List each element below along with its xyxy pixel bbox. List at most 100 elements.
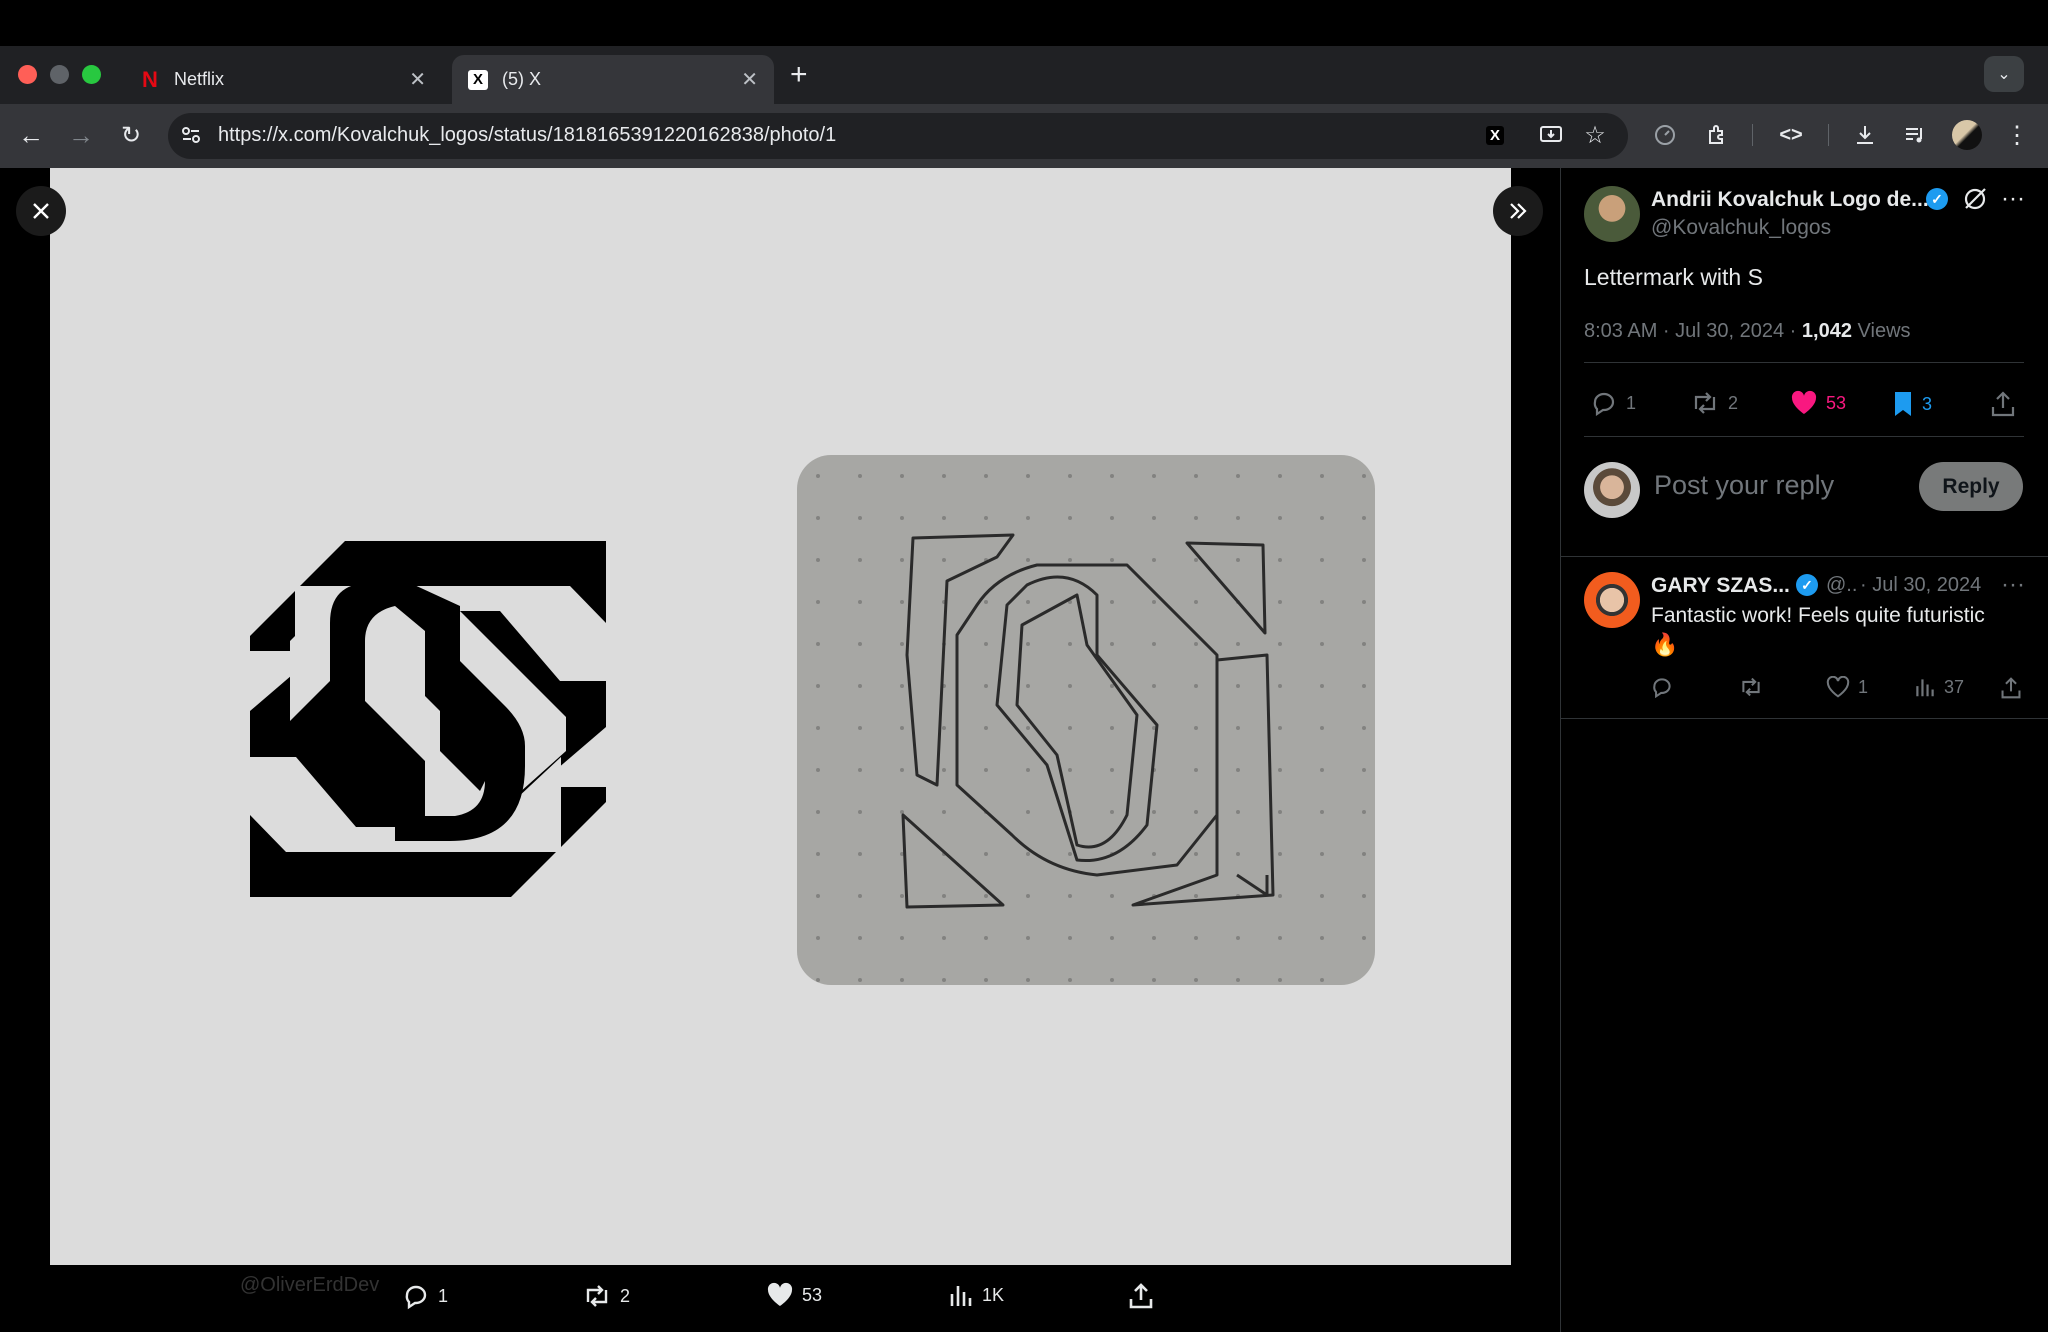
- tab-title: (5) X: [502, 69, 542, 89]
- share-icon: [1991, 391, 2015, 417]
- install-app-icon[interactable]: [1534, 118, 1568, 152]
- tab-x[interactable]: X (5) X ✕: [452, 55, 774, 104]
- viewer-views-button[interactable]: 1K: [948, 1282, 1004, 1308]
- tab-title: Netflix: [174, 69, 225, 89]
- more-menu-icon[interactable]: ⋮: [2000, 118, 2034, 152]
- reply-views-button[interactable]: 37: [1914, 676, 1964, 698]
- reply-author-avatar[interactable]: [1584, 572, 1640, 628]
- s-lettermark-logo: [250, 541, 606, 897]
- reply-icon: [1593, 392, 1615, 416]
- like-button[interactable]: 53: [1790, 390, 1846, 416]
- viewer-share-button[interactable]: [1128, 1282, 1154, 1310]
- x-extension-icon[interactable]: X: [1478, 118, 1512, 152]
- heart-outline-icon: [1826, 676, 1850, 698]
- heart-icon: [767, 1282, 793, 1306]
- share-icon: [2001, 677, 2021, 699]
- reply-reply-button[interactable]: [1650, 676, 1674, 698]
- back-arrow-icon[interactable]: ←: [14, 118, 48, 152]
- reply-date[interactable]: · Jul 30, 2024: [1860, 574, 1981, 597]
- netflix-icon: N: [142, 66, 158, 92]
- more-options-icon[interactable]: ···: [1996, 182, 2030, 216]
- post-photo[interactable]: [50, 168, 1511, 1265]
- viewer-reply-button[interactable]: 1: [402, 1282, 448, 1310]
- reply-author-handle[interactable]: @..: [1826, 574, 1857, 597]
- current-user-avatar[interactable]: [1584, 462, 1640, 518]
- repost-icon: [1742, 677, 1760, 697]
- repost-count: 2: [1728, 392, 1739, 413]
- expand-panel-button[interactable]: [1493, 186, 1543, 236]
- bookmark-filled-icon: [1895, 392, 1911, 416]
- forward-arrow-icon[interactable]: →: [64, 118, 98, 152]
- divider: [1560, 718, 2048, 719]
- divider: [1584, 362, 2024, 363]
- pencil-sketch-drawing: [797, 455, 1375, 985]
- repost-icon: [1694, 392, 1716, 414]
- author-avatar[interactable]: [1584, 186, 1640, 242]
- performance-icon[interactable]: [1648, 118, 1682, 152]
- reload-icon[interactable]: ↻: [114, 118, 148, 152]
- heart-filled-icon: [1791, 390, 1817, 414]
- url-text[interactable]: https://x.com/Kovalchuk_logos/status/181…: [218, 124, 836, 147]
- share-button[interactable]: [1990, 390, 2016, 418]
- toolbar-divider: [1752, 124, 1753, 146]
- tab-search-icon[interactable]: ⌄: [1984, 56, 2024, 92]
- verified-badge-icon: ✓: [1926, 188, 1948, 210]
- toolbar-divider: [1828, 124, 1829, 146]
- verified-badge-icon: ✓: [1796, 574, 1818, 596]
- fire-emoji-icon: 🔥: [1651, 632, 1679, 657]
- extensions-puzzle-icon[interactable]: [1700, 118, 1734, 152]
- repost-icon: [586, 1285, 608, 1307]
- viewer-like-button[interactable]: 53: [766, 1282, 822, 1308]
- maximize-window-button[interactable]: [82, 65, 101, 84]
- views-chart-icon: [1916, 679, 1934, 697]
- bookmark-button[interactable]: 3: [1892, 390, 1932, 418]
- reply-input[interactable]: Post your reply: [1654, 470, 1834, 501]
- post-meta: 8:03 AM · Jul 30, 2024 · 1,042 Views: [1584, 320, 1911, 343]
- post-views-label: Views: [1857, 320, 1911, 342]
- profile-avatar-icon[interactable]: [1950, 118, 1984, 152]
- reply-like-count: 1: [1858, 676, 1869, 697]
- share-icon: [1129, 1283, 1153, 1309]
- reply-views-count: 37: [1944, 676, 1965, 697]
- post-timestamp[interactable]: 8:03 AM · Jul 30, 2024 ·: [1584, 320, 1796, 342]
- media-control-icon[interactable]: [1898, 118, 1932, 152]
- viewer-repost-button[interactable]: 2: [582, 1282, 630, 1310]
- author-handle[interactable]: @Kovalchuk_logos: [1651, 216, 1831, 240]
- like-count: 53: [1826, 392, 1847, 413]
- viewer-repost-count: 2: [620, 1285, 631, 1306]
- download-icon[interactable]: [1848, 118, 1882, 152]
- reply-author-name[interactable]: GARY SZAS...: [1651, 574, 1790, 598]
- sketch-image: [797, 455, 1375, 985]
- viewer-views-count: 1K: [982, 1284, 1005, 1305]
- x-logo-icon: X: [468, 69, 488, 90]
- repost-button[interactable]: 2: [1690, 390, 1738, 416]
- views-chart-icon: [950, 1286, 972, 1306]
- new-tab-icon[interactable]: +: [790, 58, 808, 92]
- reply-repost-button[interactable]: [1738, 676, 1764, 698]
- reply-count: 1: [1626, 392, 1637, 413]
- post-text: Lettermark with S: [1584, 264, 1763, 290]
- viewer-reply-count: 1: [438, 1285, 449, 1306]
- reply-share-button[interactable]: [2000, 676, 2022, 700]
- reply-button[interactable]: 1: [1590, 390, 1636, 416]
- author-name[interactable]: Andrii Kovalchuk Logo de...: [1651, 188, 1929, 212]
- close-viewer-button[interactable]: [16, 186, 66, 236]
- reply-icon: [1653, 678, 1671, 698]
- close-window-button[interactable]: [18, 65, 37, 84]
- reply-icon: [405, 1285, 427, 1310]
- reply-text: Fantastic work! Feels quite futuristic: [1651, 604, 1985, 627]
- post-views-count: 1,042: [1801, 320, 1852, 342]
- grok-icon[interactable]: [1958, 182, 1992, 216]
- close-tab-icon[interactable]: ✕: [741, 67, 758, 92]
- reply-more-options-icon[interactable]: ···: [1996, 568, 2030, 602]
- tab-netflix[interactable]: N Netflix ✕: [124, 55, 442, 104]
- divider: [1584, 436, 2024, 437]
- code-icon[interactable]: <>: [1774, 118, 1808, 152]
- screen-top-bar: [0, 0, 2048, 46]
- bookmark-star-icon[interactable]: ☆: [1578, 118, 1612, 152]
- close-tab-icon[interactable]: ✕: [409, 67, 426, 92]
- reply-like-button[interactable]: 1: [1826, 676, 1868, 698]
- site-settings-icon[interactable]: [174, 118, 208, 152]
- reply-submit-button[interactable]: Reply: [1919, 462, 2023, 511]
- minimize-window-button[interactable]: [50, 65, 69, 84]
